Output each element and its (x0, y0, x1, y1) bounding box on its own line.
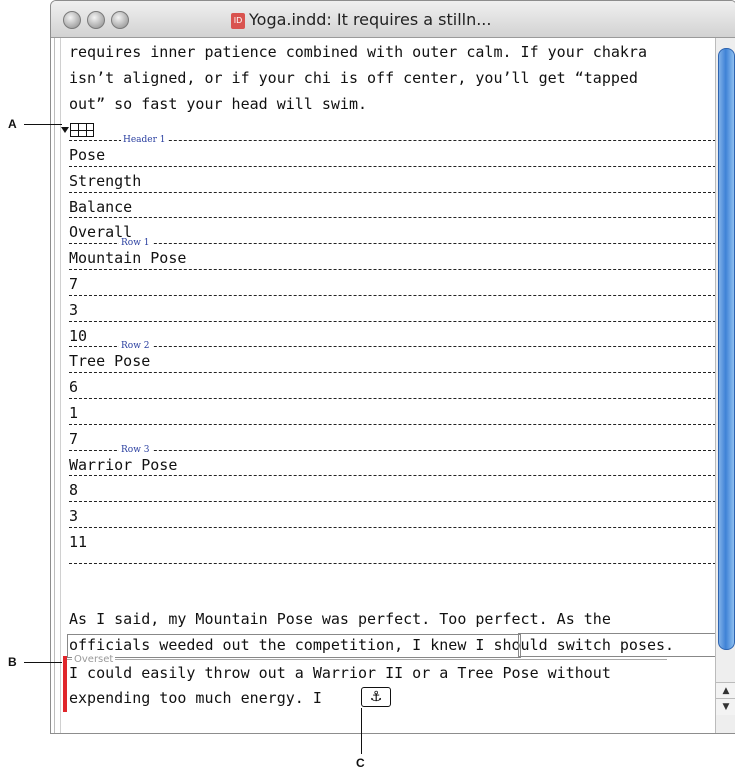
text-frame-boundary (67, 634, 521, 658)
cell-value[interactable]: 8 (69, 481, 78, 499)
cell-divider (69, 423, 716, 425)
table-cell[interactable]: Tree Pose Row 2 (69, 341, 716, 372)
table-cell[interactable]: 6 (69, 372, 716, 398)
vertical-scrollbar[interactable]: ▲ ▼ (715, 38, 735, 733)
cell-divider (69, 294, 716, 296)
callout-a-line (24, 124, 62, 125)
table-cell[interactable]: Strength (69, 165, 716, 192)
cell-value[interactable]: 7 (69, 275, 78, 293)
story-text-line[interactable]: requires inner patience combined with ou… (69, 43, 647, 61)
cell-divider (69, 501, 716, 503)
table-cell[interactable]: Pose Header 1 (69, 135, 716, 166)
table-cell[interactable]: 7 (69, 269, 716, 295)
callout-a-label: A (8, 117, 17, 131)
scroll-thumb[interactable] (718, 48, 735, 650)
collapse-triangle-icon[interactable] (61, 127, 69, 133)
gutter-rule (60, 38, 61, 733)
cell-value[interactable]: 3 (69, 301, 78, 319)
anchored-object-icon[interactable]: ⚓ (361, 687, 391, 707)
cell-value[interactable]: Tree Pose (69, 352, 150, 370)
cell-value[interactable]: 11 (69, 533, 87, 551)
close-window-button[interactable] (63, 11, 81, 29)
cell-divider (69, 372, 716, 374)
callout-c-label: C (356, 756, 365, 770)
cell-value[interactable]: 10 (69, 327, 87, 345)
cell-divider (69, 449, 716, 451)
table-cell[interactable]: 3 (69, 294, 716, 321)
scroll-up-arrow-icon[interactable]: ▲ (716, 682, 735, 699)
overset-text-line[interactable]: I could easily throw out a Warrior II or… (69, 664, 611, 682)
callout-c-line (361, 708, 362, 754)
cell-divider (69, 398, 716, 399)
overset-indicator (63, 656, 67, 712)
row-tag-label: Row 1 (119, 238, 152, 249)
cell-value[interactable]: Warrior Pose (69, 456, 177, 474)
cell-divider (69, 475, 716, 477)
cell-value[interactable]: 3 (69, 507, 78, 525)
cell-divider (69, 243, 716, 245)
story-text-line[interactable]: out” so fast your head will swim. (69, 95, 367, 113)
cell-value[interactable]: 1 (69, 404, 78, 422)
story-editor-window: ID Yoga.indd: It requires a stilln... req… (50, 0, 735, 734)
cell-divider (69, 320, 716, 322)
row-tag-label: Row 3 (119, 444, 152, 455)
table-cell[interactable]: 7 (69, 423, 716, 450)
table-cell[interactable]: Mountain Pose Row 1 (69, 238, 716, 269)
story-text-area[interactable]: requires inner patience combined with ou… (51, 38, 717, 733)
table-cell[interactable]: 10 (69, 320, 716, 347)
table-cell[interactable]: Overall (69, 217, 716, 243)
text-frame-boundary (518, 633, 717, 657)
overset-divider (67, 659, 667, 660)
story-text-line[interactable]: isn’t aligned, or if your chi is off cen… (69, 69, 638, 87)
table-icon (70, 123, 94, 137)
callout-b-label: B (8, 655, 17, 669)
table-end-rule (69, 563, 716, 564)
table-cell[interactable]: 3 (69, 501, 716, 527)
cell-divider (69, 217, 716, 219)
row-tag-label: Header 1 (121, 135, 168, 145)
cell-value[interactable]: Mountain Pose (69, 249, 186, 267)
row-tag-label: Row 2 (119, 341, 152, 352)
cell-divider (69, 269, 716, 270)
cell-value[interactable]: Pose (69, 146, 105, 164)
left-edge-rule (54, 38, 55, 733)
overset-text-line[interactable]: expending too much energy. I (69, 689, 322, 707)
cell-value[interactable]: Balance (69, 198, 132, 216)
table-cell[interactable]: Balance (69, 191, 716, 218)
cell-divider (69, 191, 716, 193)
cell-divider (69, 346, 716, 348)
cell-divider (69, 165, 716, 167)
title-bar[interactable]: ID Yoga.indd: It requires a stilln... (51, 1, 735, 38)
zoom-window-button[interactable] (111, 11, 129, 29)
table-cell[interactable]: 8 (69, 475, 716, 501)
callout-b-line (24, 662, 62, 663)
cell-value[interactable]: 7 (69, 430, 78, 448)
table-cell[interactable]: 1 (69, 398, 716, 424)
table-cell[interactable]: 11 (69, 527, 716, 553)
cell-value[interactable]: 6 (69, 378, 78, 396)
scroll-down-arrow-icon[interactable]: ▼ (716, 698, 735, 715)
window-title: ID Yoga.indd: It requires a stilln... (231, 10, 491, 29)
story-text-line[interactable]: As I said, my Mountain Pose was perfect.… (69, 610, 611, 628)
window-title-text: Yoga.indd: It requires a stilln... (249, 10, 492, 29)
indesign-document-icon: ID (231, 12, 245, 29)
cell-divider (69, 527, 716, 528)
table-cell[interactable]: Warrior Pose Row 3 (69, 444, 716, 476)
minimize-window-button[interactable] (87, 11, 105, 29)
cell-value[interactable]: Strength (69, 172, 141, 190)
